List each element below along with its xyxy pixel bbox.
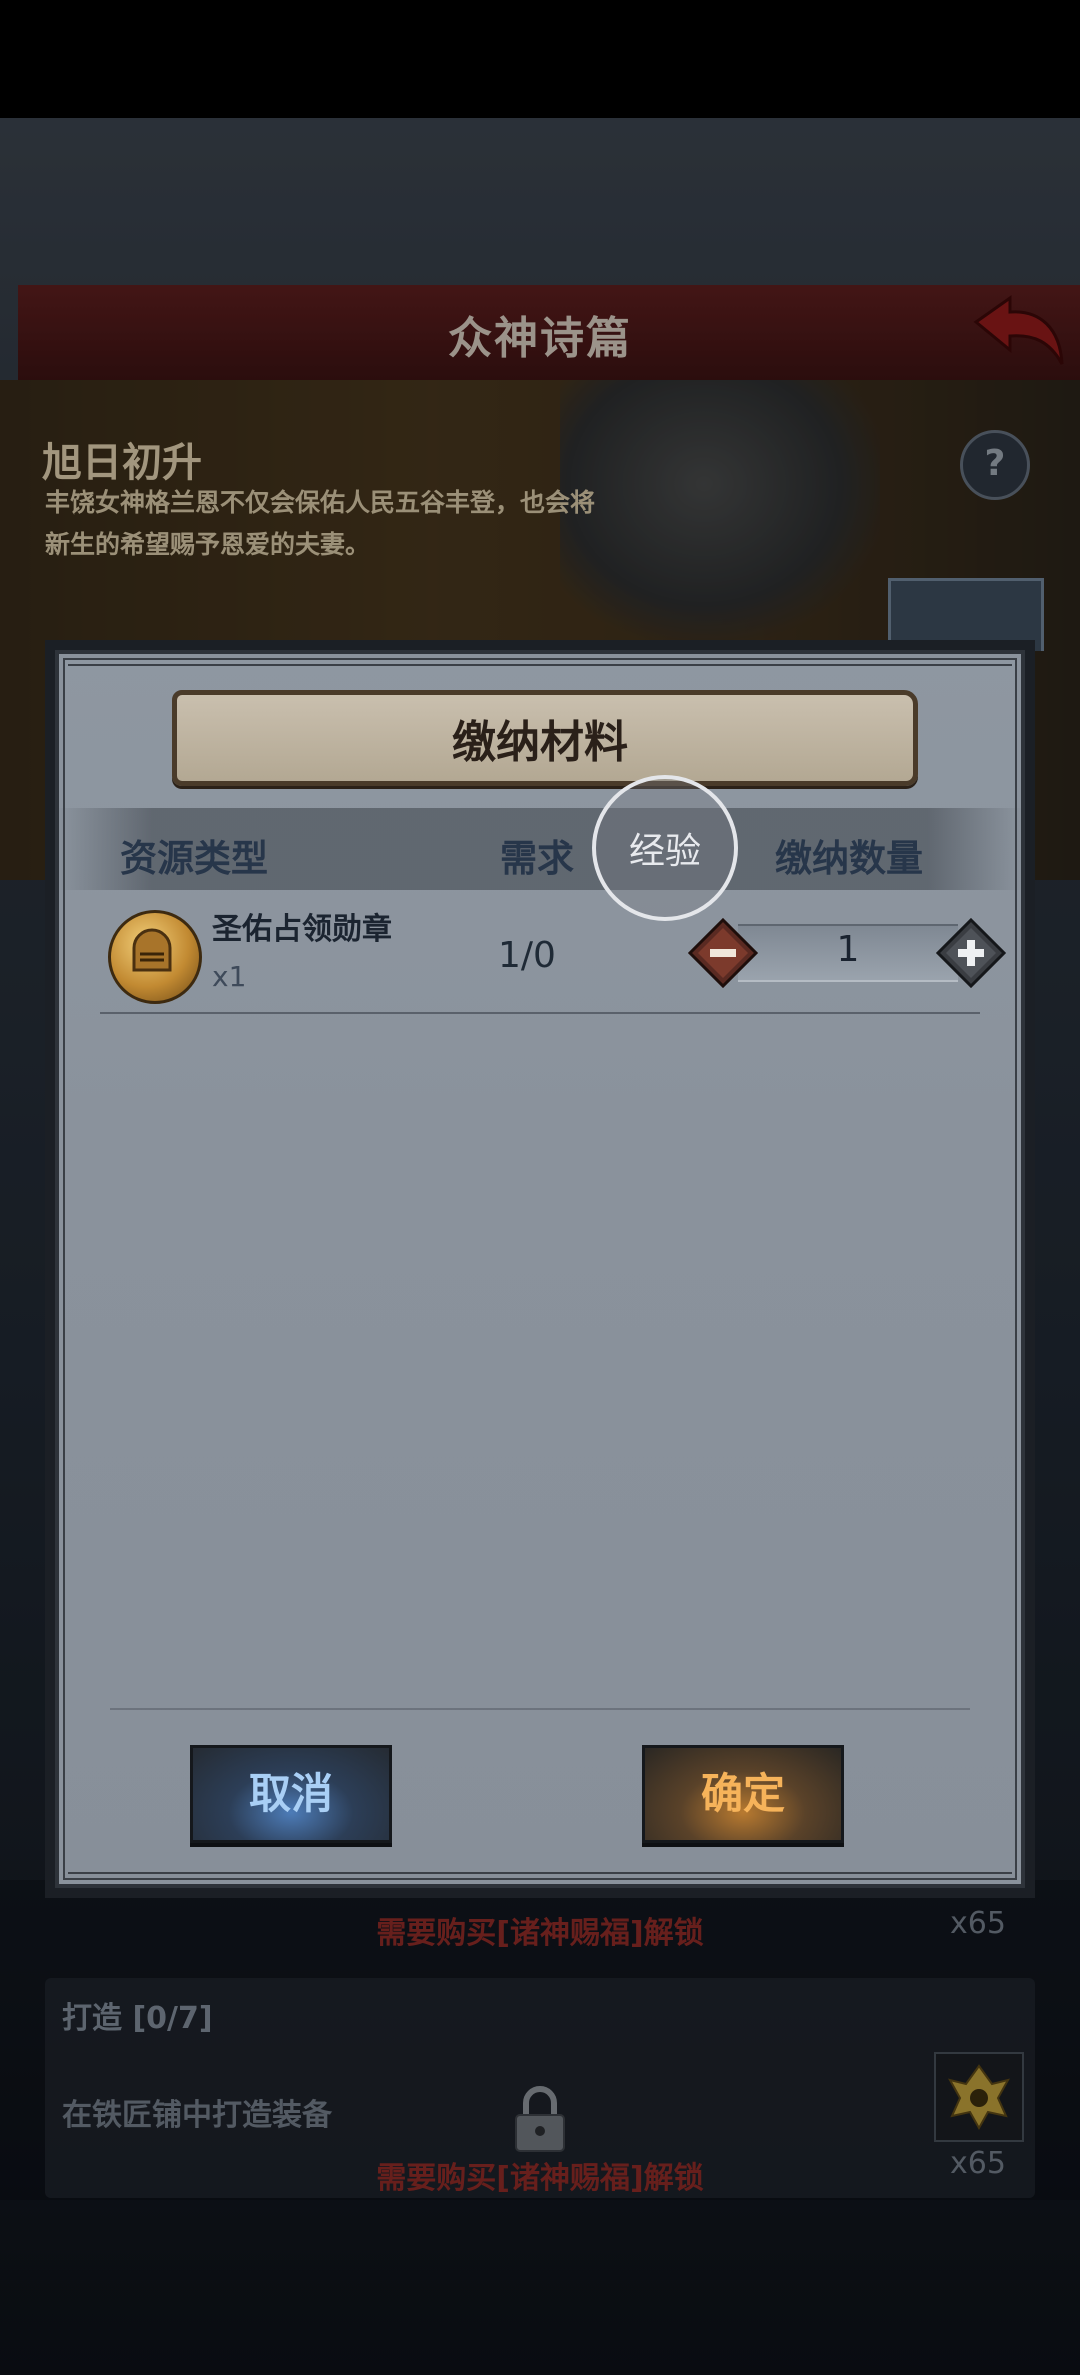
quantity-value[interactable]: 1: [738, 929, 958, 970]
touch-hint-label: 经验: [628, 831, 701, 872]
dialog-title: 缴纳材料: [452, 717, 628, 768]
footer-divider: [110, 1708, 970, 1710]
column-header-submit-qty: 缴纳数量: [775, 837, 923, 880]
medal-icon: [108, 910, 202, 1004]
cancel-button[interactable]: 取消: [190, 1745, 392, 1843]
minus-icon[interactable]: [688, 918, 758, 988]
column-header-demand: 需求: [500, 837, 574, 880]
frame-line: [68, 664, 1012, 666]
column-header-resource-type: 资源类型: [120, 837, 268, 880]
item-quantity: x1: [212, 960, 247, 993]
item-demand: 1/0: [498, 935, 556, 976]
frame-line: [68, 1872, 1012, 1874]
confirm-button[interactable]: 确定: [642, 1745, 844, 1843]
plus-icon[interactable]: [936, 918, 1006, 988]
row-divider: [100, 1012, 980, 1014]
item-name: 圣佑占领勋章: [212, 912, 392, 947]
